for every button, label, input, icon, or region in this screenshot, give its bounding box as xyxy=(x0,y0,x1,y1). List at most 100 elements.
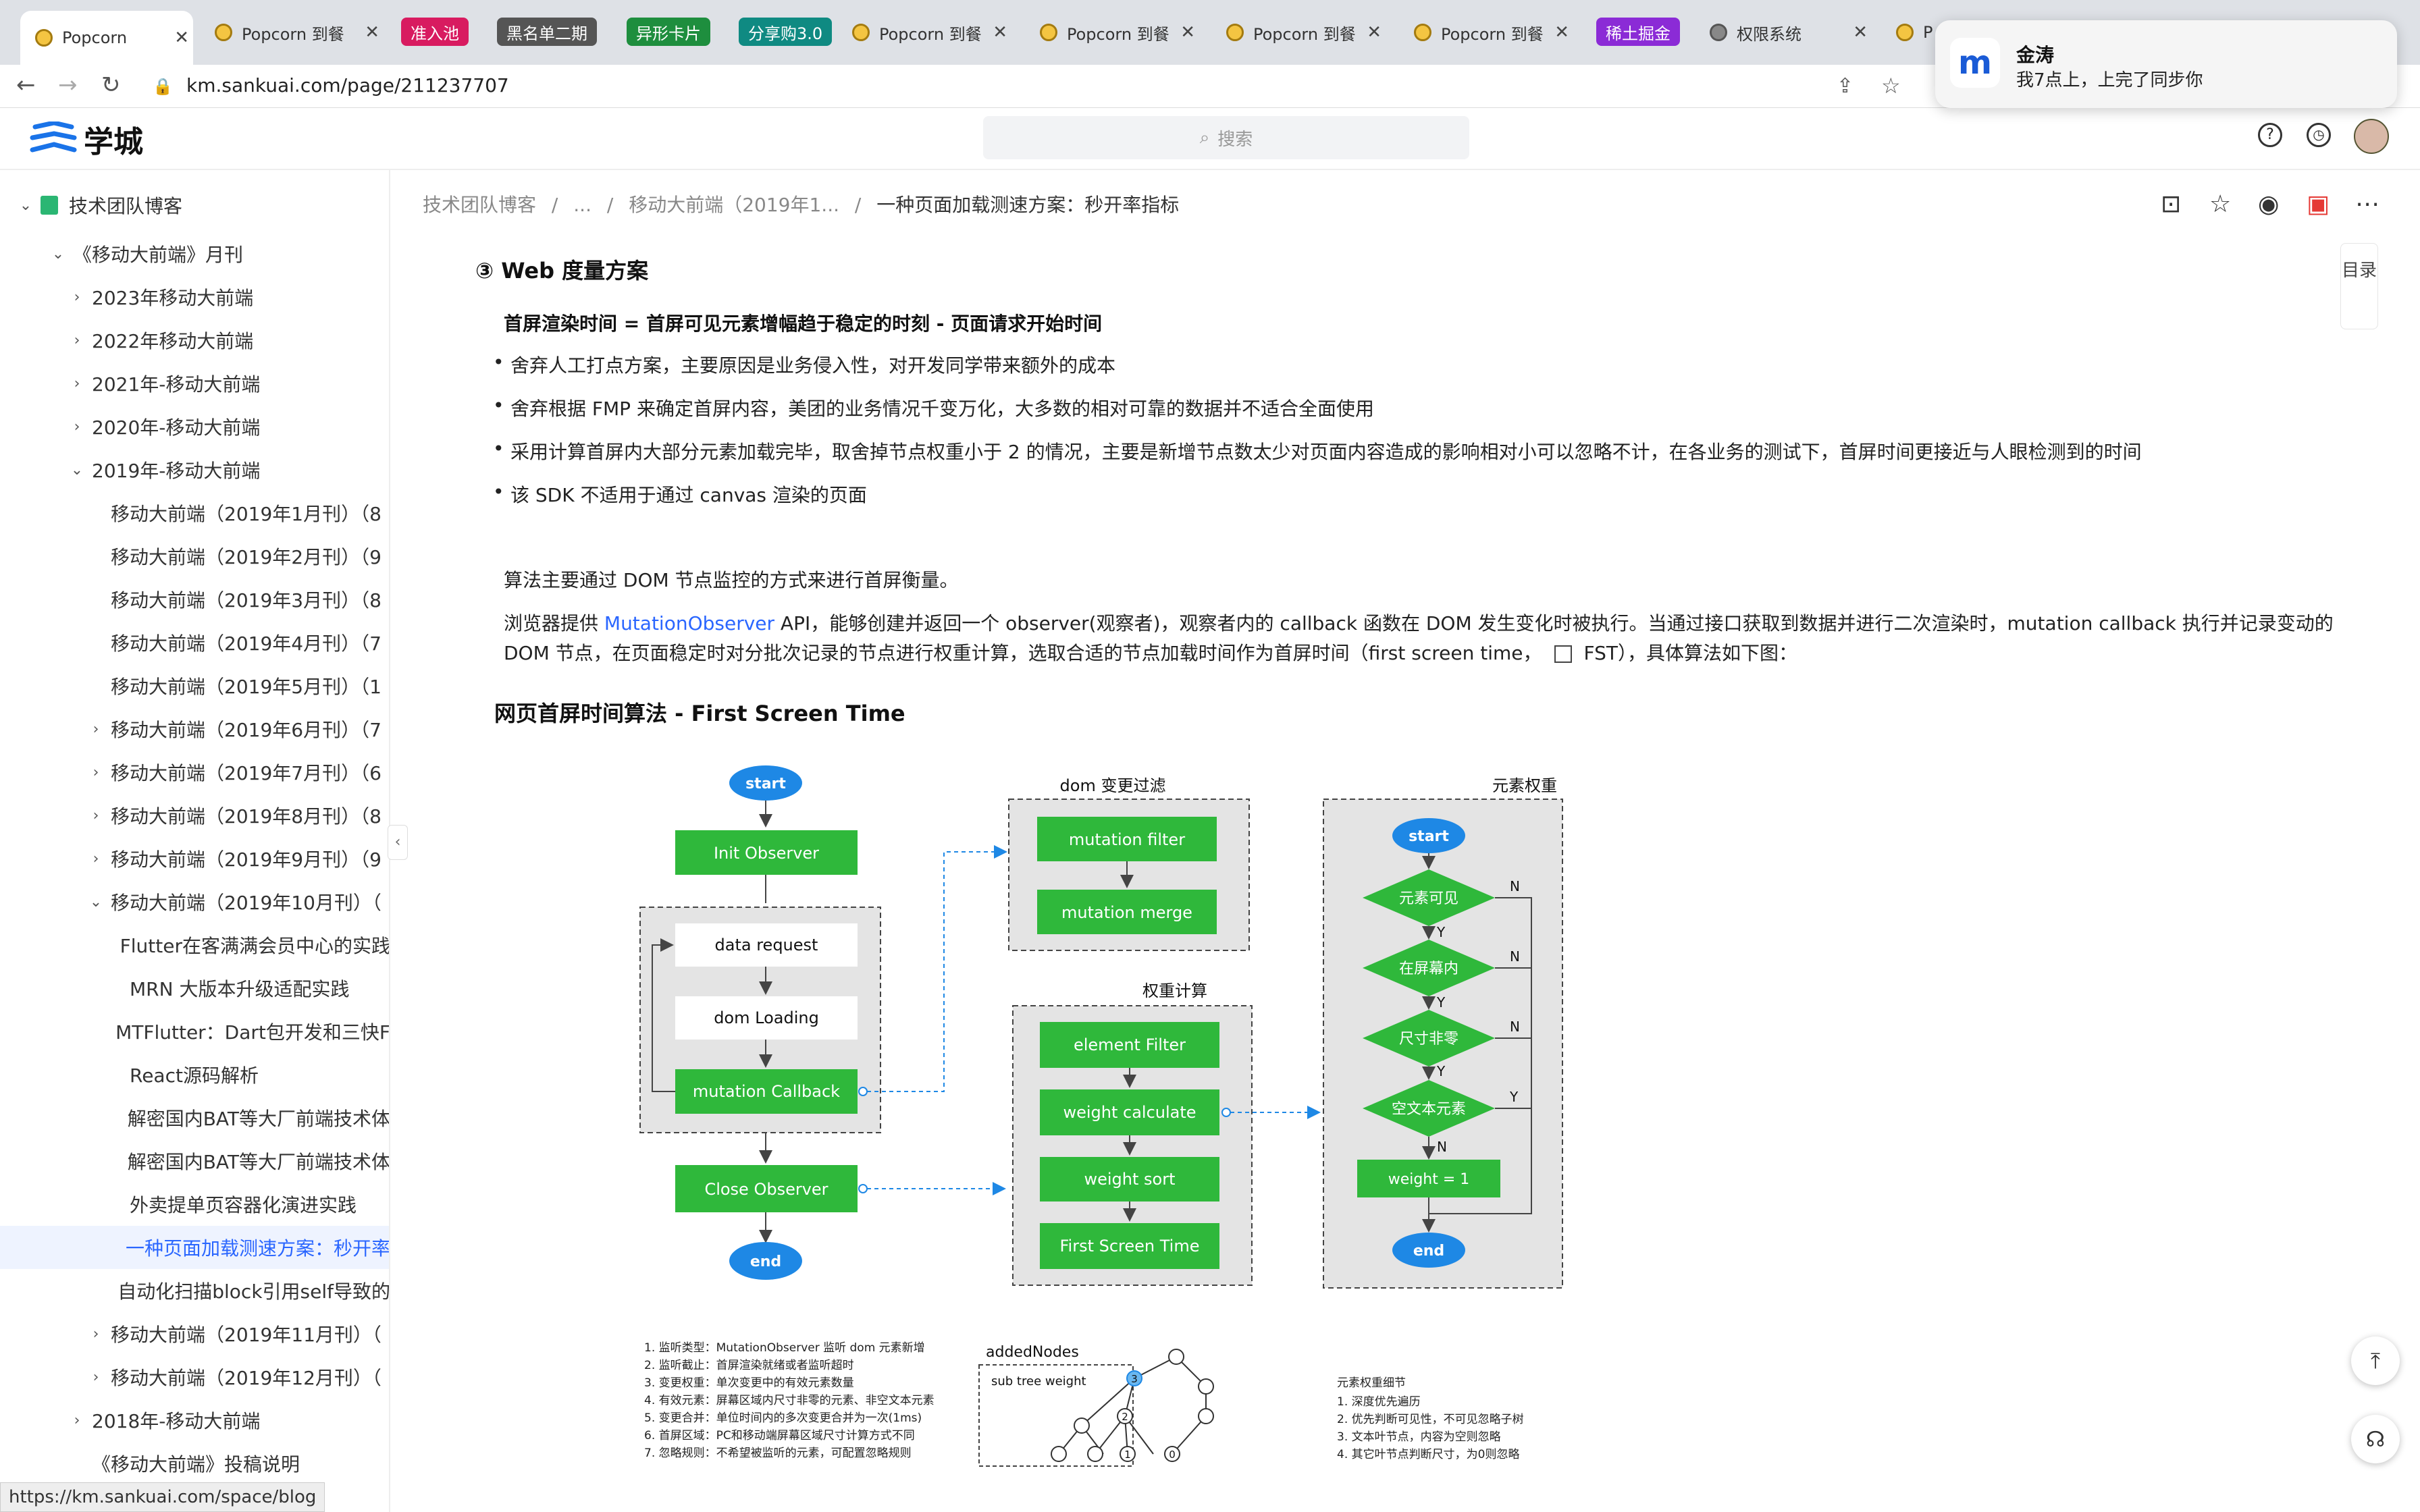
sidebar-item[interactable]: ⌄ 移动大前端（2019年10月刊）（ xyxy=(0,880,389,923)
tab-popcorn-5[interactable]: Popcorn 到餐 ✕ xyxy=(1226,14,1386,51)
lock-icon[interactable]: 🔒 xyxy=(153,77,173,96)
popcorn-favicon-icon xyxy=(1226,24,1244,41)
back-icon[interactable]: ← xyxy=(16,72,36,99)
svg-text:N: N xyxy=(1437,1139,1447,1155)
sidebar-item[interactable]: 移动大前端（2019年5月刊）（1 xyxy=(0,664,389,707)
close-icon[interactable]: ✕ xyxy=(1180,22,1195,43)
tab-group-juejin[interactable]: 稀土掘金 xyxy=(1596,18,1680,46)
breadcrumb-parent[interactable]: 移动大前端（2019年1... xyxy=(629,194,839,216)
sidebar-item[interactable]: ⌄ 技术团队博客 xyxy=(0,184,389,227)
chevron-icon[interactable]: › xyxy=(86,721,105,738)
present-icon[interactable]: ⊡ xyxy=(2161,190,2181,218)
tab-group-heimingdan[interactable]: 黑名单二期 xyxy=(497,18,597,46)
sidebar-item[interactable]: MRN 大版本升级适配实践 xyxy=(0,967,389,1010)
chevron-icon[interactable]: › xyxy=(68,289,86,306)
logo-title[interactable]: 学城 xyxy=(84,117,143,161)
close-icon[interactable]: ✕ xyxy=(365,22,379,43)
chevron-icon[interactable]: › xyxy=(68,332,86,349)
sidebar-item[interactable]: 外卖提单页容器化演进实践 xyxy=(0,1183,389,1226)
close-icon[interactable]: ✕ xyxy=(1853,22,1868,43)
tab-group-ruchi[interactable]: 准入池 xyxy=(401,18,469,46)
chevron-icon[interactable]: › xyxy=(86,1326,105,1343)
sidebar-item[interactable]: › 移动大前端（2019年6月刊）（7 xyxy=(0,707,389,751)
url-field[interactable]: km.sankuai.com/page/211237707 xyxy=(186,74,509,97)
chevron-icon[interactable]: › xyxy=(86,1369,105,1386)
sidebar-item[interactable]: 移动大前端（2019年3月刊）（8 xyxy=(0,578,389,621)
popcorn-favicon-icon xyxy=(35,29,53,47)
sidebar-item[interactable]: Flutter在客满满会员中心的实践 xyxy=(0,923,389,967)
sidebar-item[interactable]: 移动大前端（2019年4月刊）（7 xyxy=(0,621,389,664)
app-header: 学城 ⌕ 搜索 ? ◷ xyxy=(0,108,2420,170)
sidebar-item[interactable]: › 移动大前端（2019年11月刊）（ xyxy=(0,1312,389,1355)
search-input[interactable]: ⌕ 搜索 xyxy=(983,116,1469,159)
sidebar-item[interactable]: › 2020年-移动大前端 xyxy=(0,405,389,448)
sidebar-item[interactable]: › 移动大前端（2019年7月刊）（6 xyxy=(0,751,389,794)
copy-icon[interactable] xyxy=(1554,645,1572,663)
sidebar-item[interactable]: 自动化扫描block引用self导致的 xyxy=(0,1269,389,1312)
tab-permission[interactable]: 权限系统 ✕ xyxy=(1710,14,1872,51)
chevron-icon[interactable]: ⌄ xyxy=(49,246,68,263)
close-icon[interactable]: ✕ xyxy=(1554,22,1569,43)
sidebar-item[interactable]: ⌄ 2019年-移动大前端 xyxy=(0,448,389,491)
sidebar-item[interactable]: 解密国内BAT等大厂前端技术体 xyxy=(0,1096,389,1139)
sidebar-item[interactable]: › 2018年-移动大前端 xyxy=(0,1399,389,1442)
sidebar-item-selected[interactable]: 一种页面加载测速方案：秒开率 xyxy=(0,1226,389,1269)
tab-popcorn-4[interactable]: Popcorn 到餐 ✕ xyxy=(1040,14,1199,51)
breadcrumb-ellipsis[interactable]: ... xyxy=(573,194,591,216)
tab-group-fenxiang[interactable]: 分享购3.0 xyxy=(739,18,833,46)
sidebar-item[interactable]: › 2023年移动大前端 xyxy=(0,275,389,319)
back-to-top-icon[interactable]: ⤒ xyxy=(2351,1336,2400,1385)
tab-popcorn-2[interactable]: Popcorn 到餐 ✕ xyxy=(215,14,384,51)
bookmark-star-icon[interactable]: ☆ xyxy=(1881,73,1901,99)
chevron-icon[interactable]: › xyxy=(86,764,105,781)
share-icon[interactable]: ⇪ xyxy=(1837,74,1853,98)
chevron-icon[interactable]: ⌄ xyxy=(16,197,35,214)
toc-toggle[interactable]: 目录 xyxy=(2340,243,2378,329)
favorite-star-icon[interactable]: ☆ xyxy=(2209,190,2231,218)
avatar[interactable] xyxy=(2354,119,2389,154)
watch-eye-icon[interactable]: ◉ xyxy=(2258,190,2279,218)
more-icon[interactable]: ⋯ xyxy=(2355,190,2379,218)
svg-text:2. 监听截止：首屏渲染就绪或者监听超时: 2. 监听截止：首屏渲染就绪或者监听超时 xyxy=(644,1359,854,1372)
tab-partial[interactable]: P xyxy=(1896,14,1937,51)
sidebar-item[interactable]: › 移动大前端（2019年9月刊）（9 xyxy=(0,837,389,880)
notification-toast[interactable]: m 金涛 我7点上，上完了同步你 xyxy=(1935,20,2397,108)
mutationobserver-link[interactable]: MutationObserver xyxy=(604,612,774,634)
chevron-icon[interactable]: › xyxy=(68,1412,86,1429)
sidebar-item[interactable]: 移动大前端（2019年1月刊）（8 xyxy=(0,491,389,535)
tab-popcorn-6[interactable]: Popcorn 到餐 ✕ xyxy=(1414,14,1573,51)
clock-icon[interactable]: ◷ xyxy=(2307,123,2331,147)
chevron-icon[interactable]: ⌄ xyxy=(86,894,105,911)
close-icon[interactable]: ✕ xyxy=(174,28,189,48)
paragraph: 浏览器提供 MutationObserver API，能够创建并返回一个 obs… xyxy=(504,612,2334,634)
reload-icon[interactable]: ↻ xyxy=(101,72,121,99)
lock-permission-icon[interactable]: ▣ xyxy=(2307,190,2330,218)
sidebar-item[interactable]: 《移动大前端》投稿说明 xyxy=(0,1442,389,1485)
headset-support-icon[interactable]: ☊ xyxy=(2351,1415,2400,1463)
close-icon[interactable]: ✕ xyxy=(993,22,1007,43)
close-icon[interactable]: ✕ xyxy=(1367,22,1382,43)
svg-text:3. 文本叶节点，内容为空则忽略: 3. 文本叶节点，内容为空则忽略 xyxy=(1337,1430,1501,1444)
xuecheng-logo-icon[interactable] xyxy=(30,122,77,157)
chevron-icon[interactable]: ⌄ xyxy=(68,462,86,479)
sidebar-item[interactable]: 解密国内BAT等大厂前端技术体 xyxy=(0,1139,389,1183)
sidebar-item[interactable]: › 2021年-移动大前端 xyxy=(0,362,389,405)
chevron-icon[interactable]: › xyxy=(68,375,86,392)
doc-icon xyxy=(41,196,58,215)
breadcrumb-root[interactable]: 技术团队博客 xyxy=(423,194,536,216)
sidebar-item[interactable]: 移动大前端（2019年2月刊）（9 xyxy=(0,535,389,578)
chevron-icon[interactable]: › xyxy=(86,850,105,867)
chevron-icon[interactable]: › xyxy=(86,807,105,824)
forward-icon[interactable]: → xyxy=(58,72,78,99)
chevron-icon[interactable]: › xyxy=(68,418,86,435)
sidebar-item[interactable]: › 移动大前端（2019年12月刊）（ xyxy=(0,1355,389,1399)
sidebar-item[interactable]: MTFlutter：Dart包开发和三快F xyxy=(0,1010,389,1053)
help-icon[interactable]: ? xyxy=(2258,123,2282,147)
sidebar-item[interactable]: › 移动大前端（2019年8月刊）（8 xyxy=(0,794,389,837)
sidebar-item[interactable]: › 2022年移动大前端 xyxy=(0,319,389,362)
tab-popcorn-3[interactable]: Popcorn 到餐 ✕ xyxy=(852,14,1011,51)
tab-group-yixing[interactable]: 异形卡片 xyxy=(627,18,710,46)
sidebar-item[interactable]: ⌄ 《移动大前端》月刊 xyxy=(0,232,389,275)
sidebar-item[interactable]: React源码解析 xyxy=(0,1053,389,1096)
tab-popcorn[interactable]: Popcorn ✕ xyxy=(20,11,193,65)
